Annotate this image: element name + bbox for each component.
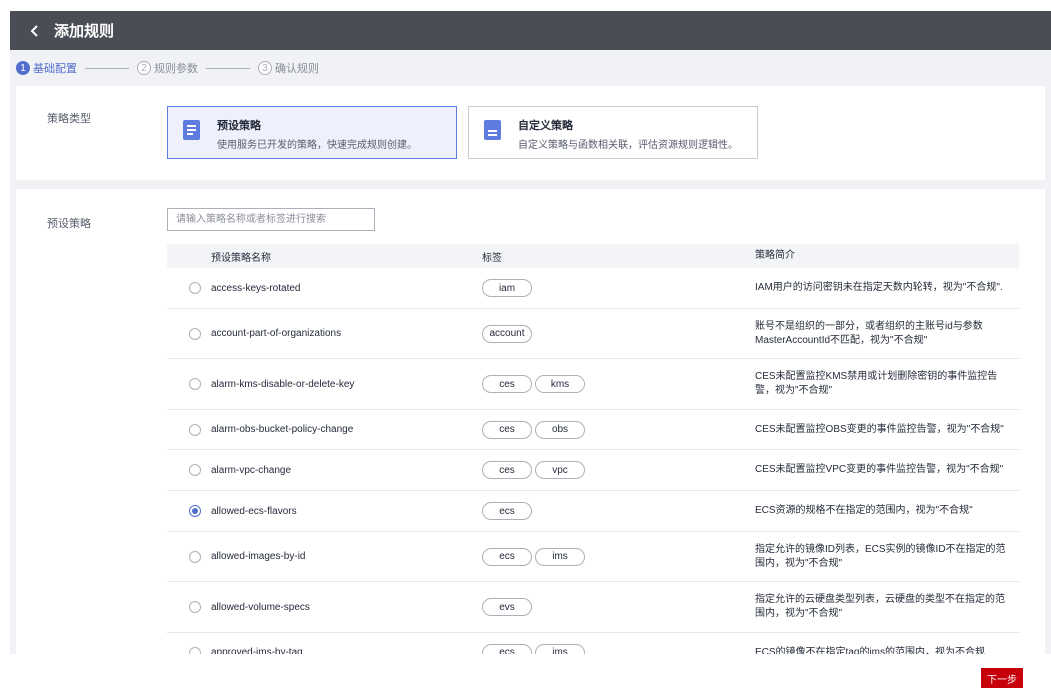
row-name: allowed-volume-specs <box>211 601 310 613</box>
row-radio[interactable] <box>189 282 201 294</box>
row-desc: CES未配置监控OBS变更的事件监控告警，视为"不合规" <box>755 423 1004 435</box>
tag-badge: ecs <box>482 547 532 566</box>
table-header: 预设策略名称 标签 策略简介 <box>167 244 1019 268</box>
tag-badge: ecs <box>482 502 532 520</box>
step-1: 1 基础配置 <box>16 60 77 76</box>
row-name: alarm-vpc-change <box>211 464 292 476</box>
row-radio[interactable] <box>189 378 201 390</box>
row-desc: IAM用户的访问密钥未在指定天数内轮转，视为"不合规". <box>755 282 1003 293</box>
row-name: alarm-kms-disable-or-delete-key <box>211 378 355 390</box>
policy-search-input[interactable] <box>167 208 375 231</box>
step-3-label: 确认规则 <box>275 63 319 75</box>
tag-badge: obs <box>535 420 585 439</box>
row-radio[interactable] <box>189 464 201 476</box>
tag-badge: ces <box>482 461 532 479</box>
option-title: 自定义策略 <box>518 120 573 132</box>
column-header-desc: 策略简介 <box>755 250 795 261</box>
table-row[interactable]: allowed-volume-specs evs 指定允许的云硬盘类型列表，云硬… <box>167 582 1019 633</box>
step-3: 3 确认规则 <box>258 60 319 76</box>
preset-policy-card: 预设策略 预设策略名称 标签 策略简介 access-keys-rotated … <box>16 189 1045 654</box>
page-footer: 下一步 <box>0 654 1051 689</box>
table-row[interactable]: access-keys-rotated iam IAM用户的访问密钥未在指定天数… <box>167 268 1019 309</box>
step-2: 2 规则参数 <box>137 60 198 76</box>
step-2-label: 规则参数 <box>154 63 198 75</box>
option-desc: 自定义策略与函数相关联，评估资源规则逻辑性。 <box>518 140 738 151</box>
row-radio[interactable] <box>189 423 201 436</box>
page-title: 添加规则 <box>54 23 115 40</box>
step-1-label: 基础配置 <box>33 63 77 75</box>
tag-badge: kms <box>535 375 585 393</box>
policy-type-label: 策略类型 <box>47 113 91 125</box>
row-radio-selected[interactable] <box>189 505 201 517</box>
row-name: approved-ims-by-tag <box>211 647 303 654</box>
tag-badge: ces <box>482 420 532 439</box>
preset-policy-label: 预设策略 <box>47 218 91 230</box>
tag-badge: ces <box>482 375 532 393</box>
tag-badge: evs <box>482 598 532 616</box>
table-row[interactable]: alarm-kms-disable-or-delete-key ces kms … <box>167 359 1019 410</box>
chevron-left-icon <box>30 24 38 37</box>
policy-type-card: 策略类型 预设策略 使用服务已开发的策略，快速完成规则创建。 自定义策略 自定义… <box>16 86 1045 180</box>
step-indicator: 1 基础配置 2 规则参数 3 确认规则 <box>10 50 1051 86</box>
table-row[interactable]: alarm-obs-bucket-policy-change ces obs C… <box>167 410 1019 450</box>
option-title: 预设策略 <box>217 120 261 132</box>
list-doc-icon <box>183 120 200 140</box>
row-name: allowed-ecs-flavors <box>211 505 297 517</box>
tag-badge: iam <box>482 279 532 297</box>
column-header-tags: 标签 <box>482 252 502 264</box>
row-name: account-part-of-organizations <box>211 328 342 339</box>
top-strip <box>0 0 1051 11</box>
table-row[interactable]: allowed-ecs-flavors ecs ECS资源的规格不在指定的范围内… <box>167 491 1019 532</box>
row-desc: CES未配置监控KMS禁用或计划删除密钥的事件监控告警，视为"不合规" <box>755 371 998 396</box>
row-desc: 指定允许的云硬盘类型列表，云硬盘的类型不在指定的范围内，视为"不合规" <box>755 594 1005 619</box>
page-header: 添加规则 <box>10 11 1051 50</box>
step-1-number: 1 <box>16 61 30 75</box>
custom-policy-option[interactable]: 自定义策略 自定义策略与函数相关联，评估资源规则逻辑性。 <box>468 106 758 159</box>
row-radio[interactable] <box>189 646 201 654</box>
row-desc: ECS资源的规格不在指定的范围内，视为"不合规" <box>755 505 973 516</box>
custom-doc-icon <box>484 120 501 140</box>
next-step-button[interactable]: 下一步 <box>981 668 1023 688</box>
row-name: alarm-obs-bucket-policy-change <box>211 424 354 435</box>
tag-badge: ims <box>535 643 585 654</box>
row-name: allowed-images-by-id <box>211 551 306 562</box>
row-radio[interactable] <box>189 550 201 563</box>
step-3-number: 3 <box>258 61 272 75</box>
row-desc: 指定允许的镜像ID列表，ECS实例的镜像ID不在指定的范围内，视为"不合规" <box>755 543 1006 569</box>
back-button[interactable] <box>24 24 46 38</box>
row-radio[interactable] <box>189 327 201 340</box>
option-desc: 使用服务已开发的策略，快速完成规则创建。 <box>217 140 417 151</box>
tag-badge: ims <box>535 547 585 566</box>
row-desc: 账号不是组织的一部分，或者组织的主账号id与参数MasterAccountId不… <box>755 320 983 346</box>
step-connector <box>85 67 129 69</box>
preset-policy-option[interactable]: 预设策略 使用服务已开发的策略，快速完成规则创建。 <box>167 106 457 159</box>
row-name: access-keys-rotated <box>211 282 301 294</box>
step-connector <box>206 67 250 69</box>
tag-badge: ecs <box>482 643 532 654</box>
table-row[interactable]: allowed-images-by-id ecs ims 指定允许的镜像ID列表… <box>167 532 1019 582</box>
tag-badge: account <box>482 324 532 343</box>
tag-badge: vpc <box>535 461 585 479</box>
row-radio[interactable] <box>189 601 201 613</box>
column-header-name: 预设策略名称 <box>211 252 271 264</box>
table-row[interactable]: alarm-vpc-change ces vpc CES未配置监控VPC变更的事… <box>167 450 1019 491</box>
table-row[interactable]: approved-ims-by-tag ecs ims ECS的镜像不在指定ta… <box>167 633 1019 654</box>
table-row[interactable]: account-part-of-organizations account 账号… <box>167 309 1019 359</box>
row-desc: CES未配置监控VPC变更的事件监控告警，视为"不合规" <box>755 464 1004 475</box>
step-2-number: 2 <box>137 61 151 75</box>
page-body: 1 基础配置 2 规则参数 3 确认规则 策略类型 预设策略 使用服务已开发的策… <box>10 50 1051 654</box>
row-desc: ECS的镜像不在指定tag的ims的范围内，视为不合规 <box>755 646 986 655</box>
